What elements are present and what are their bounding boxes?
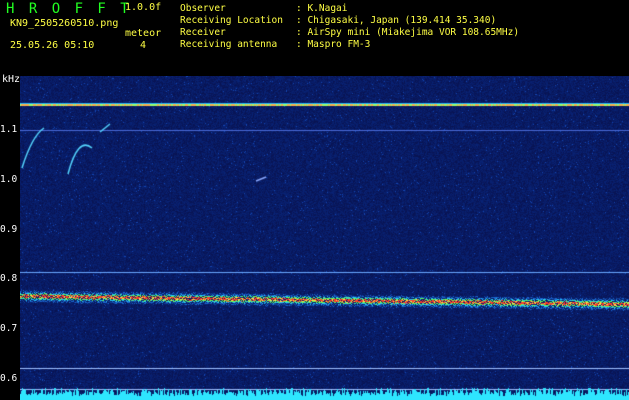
observer-value: : K.Nagai bbox=[296, 3, 348, 14]
header-panel: H R O F F T 1.0.0f KN9_2505260510.png me… bbox=[0, 0, 629, 75]
mode-value: 4 bbox=[140, 40, 147, 51]
app-title: H R O F F T bbox=[6, 1, 132, 17]
location-value: : Chigasaki, Japan (139.414 35.340) bbox=[296, 15, 497, 26]
antenna-value: : Maspro FM-3 bbox=[296, 39, 371, 50]
frequency-tick-label: 1.0 bbox=[0, 174, 18, 185]
version-label: 1.0.0f bbox=[125, 2, 162, 13]
frequency-tick-label: 1.1 bbox=[0, 124, 18, 135]
location-label: Receiving Location bbox=[180, 15, 283, 26]
frequency-unit-label: kHz bbox=[2, 74, 21, 85]
spectrogram-canvas bbox=[20, 76, 629, 400]
filename-label: KN9_2505260510.png bbox=[10, 18, 119, 29]
timestamp-label: 25.05.26 05:10 bbox=[10, 40, 95, 51]
antenna-label: Receiving antenna bbox=[180, 39, 278, 50]
observer-label: Observer bbox=[180, 3, 226, 14]
frequency-tick-label: 0.6 bbox=[0, 373, 18, 384]
frequency-tick-label: 0.8 bbox=[0, 273, 18, 284]
mode-label: meteor bbox=[125, 28, 162, 39]
frequency-tick-label: 0.7 bbox=[0, 323, 18, 334]
receiver-value: : AirSpy mini (Miakejima VOR 108.65MHz) bbox=[296, 27, 520, 38]
frequency-tick-label: 0.9 bbox=[0, 224, 18, 235]
receiver-label: Receiver bbox=[180, 27, 226, 38]
